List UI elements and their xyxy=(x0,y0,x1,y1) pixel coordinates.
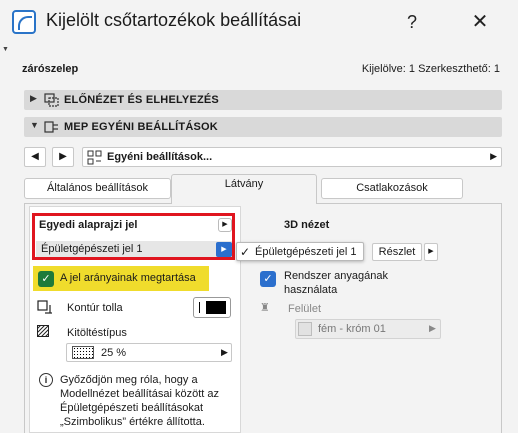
surface-brush-icon: ♜ xyxy=(260,302,270,314)
mep-settings-icon xyxy=(44,121,58,133)
tab-visual[interactable]: Látvány xyxy=(171,174,317,204)
close-button[interactable]: ✕ xyxy=(460,6,500,38)
chevron-right-icon: ▶ xyxy=(221,347,228,357)
chevron-right-icon: ▶ xyxy=(490,151,497,161)
keep-proportions-checkbox[interactable]: ✓ xyxy=(38,271,54,287)
use-system-material-label: Rendszer anyagának használata xyxy=(284,269,414,297)
section-mep-settings[interactable]: ▼ MEP EGYÉNI BEÁLLÍTÁSOK xyxy=(24,117,502,137)
archicad-app-icon xyxy=(12,10,36,34)
collapse-arrow-icon: ▼ xyxy=(30,120,39,130)
use-system-material-checkbox[interactable]: ✓ xyxy=(260,271,276,287)
detail-button[interactable]: Részlet xyxy=(372,243,422,261)
prev-button[interactable]: ◀ xyxy=(24,147,46,167)
selection-status: Kijelölve: 1 Szerkeszthető: 1 xyxy=(361,63,500,75)
resize-marker-icon: ▼ xyxy=(2,46,9,53)
custom-settings-label: Egyéni beállítások... xyxy=(107,151,213,163)
custom-settings-icon xyxy=(87,150,102,165)
3d-view-title: 3D nézet xyxy=(284,219,330,231)
fill-value: 25 % xyxy=(101,347,127,359)
tab-connections[interactable]: Csatlakozások xyxy=(321,178,463,199)
next-button[interactable]: ▶ xyxy=(52,147,74,167)
info-text: Győződjön meg róla, hogy a Modellnézet b… xyxy=(60,374,219,428)
material-swatch xyxy=(298,322,312,336)
tab-general[interactable]: Általános beállítások xyxy=(24,178,171,199)
section-label: MEP EGYÉNI BEÁLLÍTÁSOK xyxy=(64,121,218,133)
checkmark-icon: ✓ xyxy=(240,245,251,259)
use-system-material-text: Rendszer anyagának használata xyxy=(284,270,388,296)
section-label: ELŐNÉZET ÉS ELHELYEZÉS xyxy=(64,94,219,106)
keep-proportions-label: A jel arányainak megtartása xyxy=(60,272,196,284)
element-name: zárószelep xyxy=(22,63,79,75)
preview-placement-icon xyxy=(44,93,59,107)
fill-type-label: Kitöltéstípus xyxy=(67,327,127,339)
surface-label: Felület xyxy=(288,303,322,315)
detail-arrow-button[interactable]: ▶ xyxy=(424,243,438,261)
window-title: Kijelölt csőtartozékok beállításai xyxy=(46,10,302,30)
contour-pen-label: Kontúr tolla xyxy=(67,302,123,314)
red-highlight-frame xyxy=(32,213,235,260)
symbol-popup[interactable]: ✓ Épületgépészeti jel 1 xyxy=(236,242,364,261)
fill-type-icon xyxy=(37,325,49,337)
material-value: fém - króm 01 xyxy=(318,323,386,335)
help-button[interactable]: ? xyxy=(395,6,429,38)
section-preview-placement[interactable]: ▶ ELŐNÉZET ÉS ELHELYEZÉS xyxy=(24,90,502,110)
fill-pattern-swatch xyxy=(72,346,94,359)
contour-pen-icon xyxy=(37,300,52,314)
popup-option[interactable]: Épületgépészeti jel 1 xyxy=(255,246,357,258)
info-icon: i xyxy=(39,373,53,387)
chevron-right-icon: ▶ xyxy=(429,323,436,333)
pen-selector[interactable] xyxy=(193,297,231,318)
custom-settings-selector[interactable]: Egyéni beállítások... ▶ xyxy=(82,147,502,167)
custom-settings-nav: ◀ ▶ Egyéni beállítások... ▶ xyxy=(24,147,502,167)
expand-arrow-icon: ▶ xyxy=(30,93,37,103)
